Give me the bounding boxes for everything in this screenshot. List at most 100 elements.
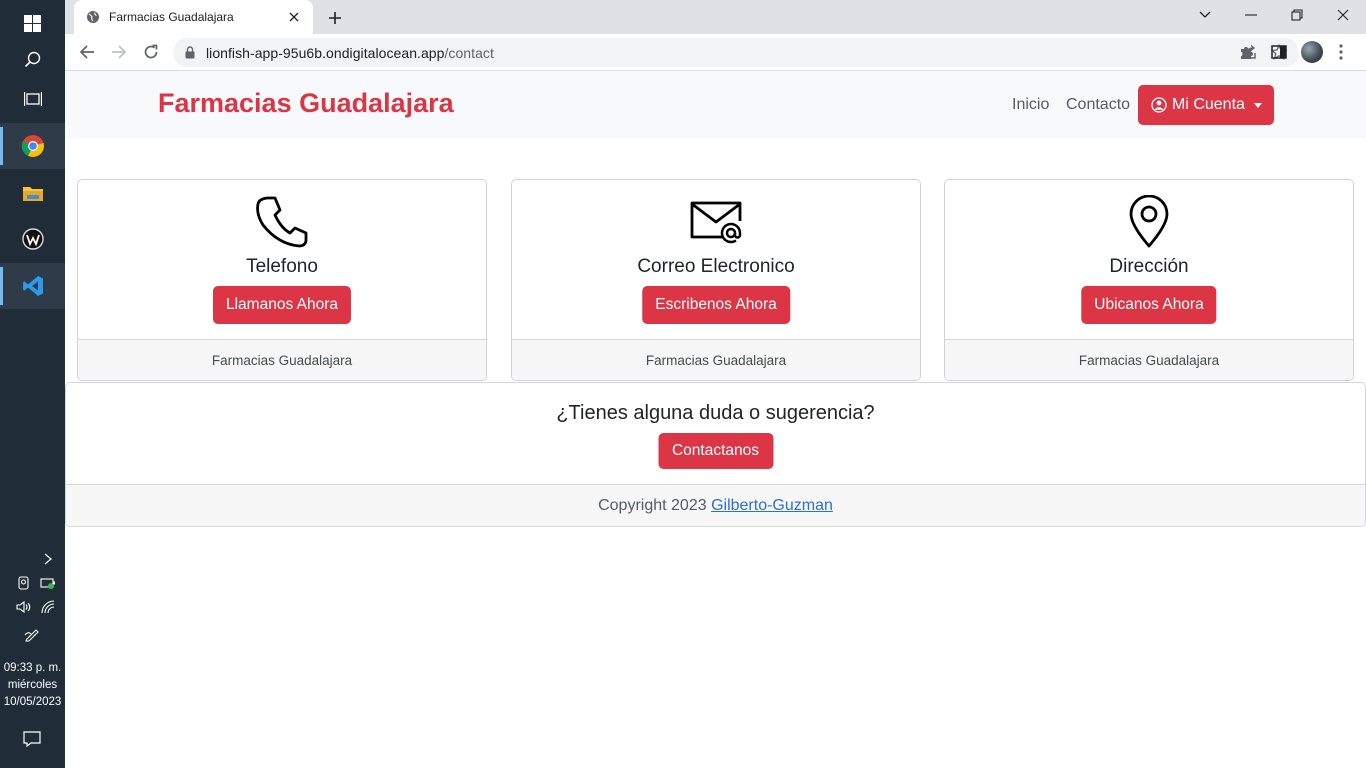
taskbar-vscode-app[interactable] [0, 263, 65, 309]
arrow-left-icon [79, 45, 94, 59]
card-title: Telefono [246, 256, 318, 277]
minimize-button[interactable] [1228, 0, 1274, 30]
search-icon [24, 51, 40, 68]
contact-question: ¿Tienes alguna duda o sugerencia? [556, 402, 875, 424]
copyright-footer: Copyright 2023 Gilberto-Guzman [66, 484, 1365, 526]
clock-day: miércoles [7, 679, 58, 691]
profile-button[interactable] [1298, 38, 1326, 66]
notification-center-button[interactable] [21, 728, 43, 750]
side-panel-icon [1271, 45, 1287, 59]
globe-icon [87, 11, 99, 23]
vscode-icon [22, 276, 43, 296]
chrome-icon [21, 135, 44, 157]
card-correo: Correo Electronico Escribenos Ahora Farm… [511, 179, 921, 381]
browser-tab[interactable]: Farmacias Guadalajara [74, 0, 313, 34]
browser-tab-strip: Farmacias Guadalajara [65, 0, 1366, 34]
address-bar[interactable]: lionfish-app-95u6b.ondigitalocean.app/co… [173, 38, 1299, 67]
chevron-right-icon [44, 553, 53, 565]
task-view-button[interactable] [0, 76, 65, 122]
tab-close-button[interactable] [285, 8, 303, 26]
puzzle-icon [1241, 47, 1253, 59]
url-path: /contact [444, 44, 494, 61]
clock-time: 09:33 p. m. [3, 662, 62, 674]
write-now-button[interactable]: Escribenos Ahora [642, 286, 790, 324]
tab-search-button[interactable] [1182, 0, 1228, 30]
contact-section: ¿Tienes alguna duda o sugerencia? Contac… [65, 382, 1366, 527]
w-app-icon [21, 228, 44, 250]
card-telefono: Telefono Llamanos Ahora Farmacias Guadal… [77, 179, 487, 381]
restore-button[interactable] [1274, 0, 1320, 30]
caret-down-icon [1253, 103, 1262, 108]
card-body: Correo Electronico Escribenos Ahora [512, 180, 920, 341]
envelope-at-icon [688, 194, 744, 250]
extensions-button[interactable] [1233, 38, 1261, 66]
url-host: lionfish-app-95u6b.ondigitalocean.app [206, 44, 445, 61]
account-dropdown-button[interactable]: Mi Cuenta [1138, 85, 1274, 125]
user-circle-icon [1151, 97, 1167, 113]
clock-date: 10/05/2023 [3, 696, 62, 708]
tray-battery-button[interactable] [37, 572, 59, 594]
phone-icon [254, 194, 310, 250]
nav-link-inicio[interactable]: Inicio [1012, 96, 1049, 114]
meet-now-icon [18, 576, 29, 590]
tray-volume-button[interactable] [13, 596, 35, 618]
tray-meet-button[interactable] [13, 572, 35, 594]
pen-icon [24, 629, 39, 642]
restore-icon [1291, 9, 1303, 21]
notification-icon [23, 731, 41, 747]
account-label: Mi Cuenta [1172, 96, 1245, 113]
reload-icon [144, 44, 158, 59]
contact-button[interactable]: Contactanos [658, 433, 773, 469]
task-view-icon [23, 92, 42, 106]
taskbar-clock[interactable]: 09:33 p. m. miércoles 10/05/2023 [0, 660, 65, 711]
card-direccion: Dirección Ubicanos Ahora Farmacias Guada… [944, 179, 1354, 381]
taskbar-chrome-app[interactable] [0, 123, 65, 169]
battery-icon [40, 578, 55, 589]
locate-now-button[interactable]: Ubicanos Ahora [1081, 286, 1217, 324]
forward-button[interactable] [105, 38, 133, 66]
site-brand[interactable]: Farmacias Guadalajara [158, 88, 454, 119]
call-now-button[interactable]: Llamanos Ahora [212, 286, 352, 324]
more-vertical-icon [1339, 44, 1343, 60]
taskbar-file-explorer-app[interactable] [0, 170, 65, 216]
url-text: lionfish-app-95u6b.ondigitalocean.app/co… [206, 45, 494, 61]
card-title: Correo Electronico [637, 256, 795, 277]
tray-wifi-button[interactable] [37, 596, 59, 618]
show-hidden-icons-button[interactable] [37, 548, 59, 570]
volume-icon [16, 600, 31, 614]
card-body: Dirección Ubicanos Ahora [945, 180, 1353, 341]
card-title: Dirección [1109, 256, 1189, 277]
card-footer: Farmacias Guadalajara [512, 339, 920, 380]
side-panel-button[interactable] [1265, 38, 1293, 66]
wifi-icon [41, 600, 55, 614]
windows-taskbar: 09:33 p. m. miércoles 10/05/2023 [0, 0, 65, 768]
geo-pin-icon [1121, 194, 1177, 250]
web-page: Farmacias Guadalajara Inicio Contacto Mi… [65, 71, 1366, 768]
minimize-icon [1245, 14, 1257, 16]
close-icon [1337, 9, 1349, 21]
card-footer: Farmacias Guadalajara [945, 339, 1353, 380]
tray-pen-button[interactable] [21, 623, 43, 645]
close-icon [289, 12, 299, 22]
taskbar-app-w[interactable] [0, 216, 65, 262]
plus-icon [329, 12, 341, 24]
back-button[interactable] [73, 38, 101, 66]
chrome-menu-button[interactable] [1327, 38, 1355, 66]
nav-link-contacto[interactable]: Contacto [1066, 96, 1130, 114]
new-tab-button[interactable] [323, 6, 347, 30]
folder-icon [22, 187, 43, 201]
tab-title: Farmacias Guadalajara [109, 10, 234, 24]
reload-button[interactable] [137, 38, 165, 66]
lock-icon [185, 46, 195, 59]
arrow-right-icon [112, 45, 127, 59]
site-navbar: Farmacias Guadalajara Inicio Contacto Mi… [65, 71, 1366, 138]
author-link[interactable]: Gilberto-Guzman [711, 497, 833, 514]
card-body: Telefono Llamanos Ahora [78, 180, 486, 341]
windows-logo-icon [24, 14, 41, 32]
card-footer: Farmacias Guadalajara [78, 339, 486, 380]
close-window-button[interactable] [1320, 0, 1366, 30]
browser-toolbar: lionfish-app-95u6b.ondigitalocean.app/co… [65, 34, 1366, 71]
avatar [1301, 41, 1323, 63]
chevron-down-icon [1199, 11, 1211, 18]
copyright-text: Copyright 2023 [598, 497, 707, 514]
